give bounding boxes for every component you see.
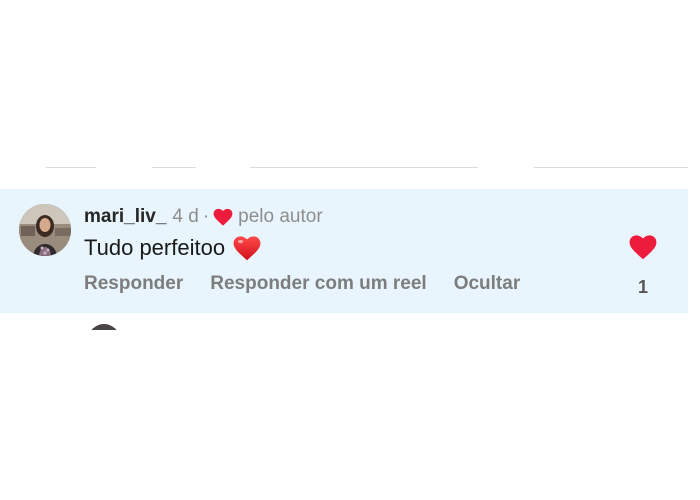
comment-text: Tudo perfeitoo: [84, 235, 261, 261]
timestamp: 4 d: [172, 206, 199, 227]
separator-dot: ·: [202, 206, 210, 227]
like-heart-icon[interactable]: [629, 234, 657, 260]
previous-content-divider: [0, 167, 688, 169]
highlighted-comment: mari_liv_ 4 d · pelo autor Tudo perfeito…: [0, 189, 688, 313]
hide-button[interactable]: Ocultar: [454, 273, 521, 295]
avatar[interactable]: [19, 204, 71, 256]
heart-icon: [213, 208, 233, 226]
next-comment-avatar[interactable]: [88, 324, 120, 330]
reply-with-reel-button[interactable]: Responder com um reel: [210, 273, 426, 295]
comment-actions: Responder Responder com um reel Ocultar: [84, 273, 547, 295]
comment-body: Tudo perfeitoo: [84, 235, 226, 260]
reply-button[interactable]: Responder: [84, 273, 183, 295]
like-count: 1: [637, 277, 648, 297]
comments-screen: mari_liv_ 4 d · pelo autor Tudo perfeito…: [0, 0, 700, 500]
red-heart-emoji-icon: [233, 235, 261, 261]
comment-meta: mari_liv_ 4 d · pelo autor: [84, 205, 323, 229]
liked-by-author-label: pelo autor: [238, 206, 323, 227]
username-link[interactable]: mari_liv_: [84, 206, 166, 228]
